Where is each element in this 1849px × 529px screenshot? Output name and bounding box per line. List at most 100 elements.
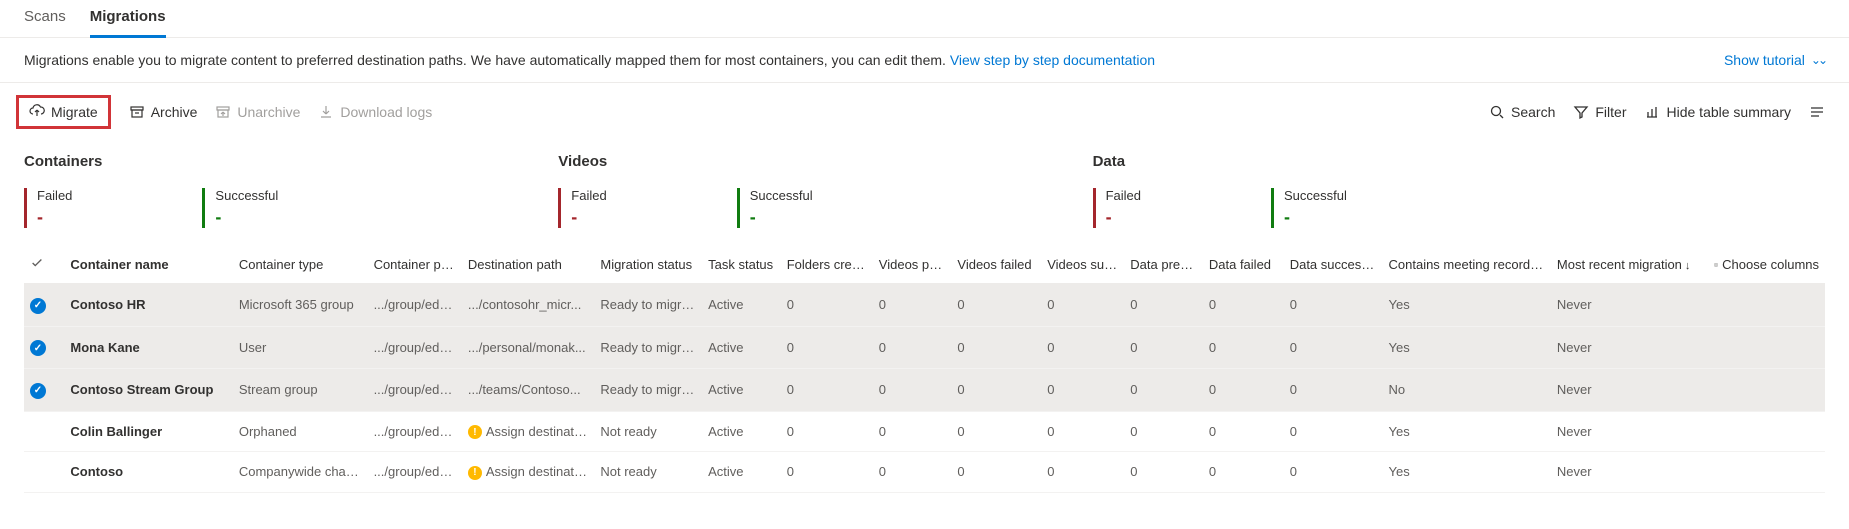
- destination-path-cell[interactable]: Assign destination: [462, 411, 594, 452]
- col-videos-success[interactable]: Videos succ...: [1041, 246, 1124, 284]
- data-success-label: Successful: [1284, 188, 1347, 203]
- container-name-cell: Contoso Stream Group: [64, 369, 232, 412]
- container-type-cell: User: [233, 326, 368, 369]
- videos-failed-cell: 0: [951, 326, 1041, 369]
- row-select-cell[interactable]: [24, 369, 64, 412]
- videos-success-cell: 0: [1041, 369, 1124, 412]
- filter-button[interactable]: Filter: [1573, 104, 1626, 120]
- videos-success-stat: Successful -: [737, 188, 813, 228]
- data-failed-cell: 0: [1203, 284, 1284, 327]
- videos-success-cell: 0: [1041, 326, 1124, 369]
- destination-path-value: Assign destination: [486, 424, 592, 439]
- select-all-header[interactable]: [24, 246, 64, 284]
- data-prev-cell: 0: [1124, 369, 1203, 412]
- tab-migrations[interactable]: Migrations: [90, 0, 166, 38]
- meeting-recording-cell: Yes: [1383, 284, 1551, 327]
- row-select-cell[interactable]: [24, 452, 64, 493]
- col-choose-columns[interactable]: Choose columns: [1708, 246, 1825, 284]
- container-path-cell: .../group/ed53...: [368, 326, 462, 369]
- videos-failed-label: Failed: [571, 188, 606, 203]
- container-name-cell: Contoso HR: [64, 284, 232, 327]
- videos-success-value: -: [750, 207, 813, 228]
- table-row[interactable]: Contoso HRMicrosoft 365 group.../group/e…: [24, 284, 1825, 327]
- archive-button[interactable]: Archive: [129, 104, 198, 120]
- task-status-cell: Active: [702, 284, 781, 327]
- more-lines-icon: [1809, 104, 1825, 120]
- unarchive-icon: [215, 104, 231, 120]
- row-select-cell[interactable]: [24, 284, 64, 327]
- videos-prev-cell: 0: [873, 369, 952, 412]
- migration-status-cell: Not ready: [594, 411, 702, 452]
- data-success-cell: 0: [1284, 326, 1383, 369]
- row-select-cell[interactable]: [24, 326, 64, 369]
- migration-status-cell: Ready to migrate: [594, 326, 702, 369]
- columns-icon: [1714, 258, 1718, 272]
- chart-icon: [1645, 104, 1661, 120]
- migrate-button[interactable]: Migrate: [16, 95, 111, 129]
- col-most-recent[interactable]: Most recent migration↓: [1551, 246, 1708, 284]
- col-videos-previous[interactable]: Videos prev...: [873, 246, 952, 284]
- col-data-previous[interactable]: Data previo...: [1124, 246, 1203, 284]
- data-success-cell: 0: [1284, 284, 1383, 327]
- col-data-success[interactable]: Data successful: [1284, 246, 1383, 284]
- containers-success-label: Successful: [215, 188, 278, 203]
- show-tutorial-link[interactable]: Show tutorial ⌄⌄: [1724, 52, 1825, 68]
- data-prev-cell: 0: [1124, 284, 1203, 327]
- most-recent-cell: Never: [1551, 369, 1708, 412]
- col-container-type[interactable]: Container type: [233, 246, 368, 284]
- table-row[interactable]: Mona KaneUser.../group/ed53....../person…: [24, 326, 1825, 369]
- summary-containers-title: Containers: [24, 153, 278, 170]
- col-migration-status[interactable]: Migration status: [594, 246, 702, 284]
- col-videos-failed[interactable]: Videos failed: [951, 246, 1041, 284]
- destination-path-cell[interactable]: .../teams/Contoso...: [462, 369, 594, 412]
- table-row[interactable]: Colin BallingerOrphaned.../group/ed53...…: [24, 411, 1825, 452]
- data-success-stat: Successful -: [1271, 188, 1347, 228]
- search-button[interactable]: Search: [1489, 104, 1555, 120]
- tab-scans[interactable]: Scans: [24, 0, 66, 37]
- col-task-status[interactable]: Task status: [702, 246, 781, 284]
- container-path-cell: .../group/ed53...: [368, 284, 462, 327]
- col-container-path[interactable]: Container path: [368, 246, 462, 284]
- destination-path-cell[interactable]: .../contosohr_micr...: [462, 284, 594, 327]
- table-row[interactable]: Contoso Stream GroupStream group.../grou…: [24, 369, 1825, 412]
- container-path-cell: .../group/ed53...: [368, 411, 462, 452]
- row-select-cell[interactable]: [24, 411, 64, 452]
- more-options-button[interactable]: [1809, 104, 1825, 120]
- most-recent-cell: Never: [1551, 411, 1708, 452]
- table-row[interactable]: ContosoCompanywide channel.../group/ed53…: [24, 452, 1825, 493]
- destination-path-value: .../personal/monak...: [468, 340, 586, 355]
- download-icon: [318, 104, 334, 120]
- videos-prev-cell: 0: [873, 326, 952, 369]
- data-success-value: -: [1284, 207, 1347, 228]
- destination-path-cell[interactable]: Assign destination: [462, 452, 594, 493]
- videos-success-cell: 0: [1041, 452, 1124, 493]
- warning-icon: [468, 466, 482, 480]
- summary-videos: Videos Failed - Successful -: [558, 153, 812, 228]
- data-prev-cell: 0: [1124, 326, 1203, 369]
- videos-success-label: Successful: [750, 188, 813, 203]
- download-logs-label: Download logs: [340, 104, 432, 120]
- filter-label: Filter: [1595, 104, 1626, 120]
- videos-failed-cell: 0: [951, 411, 1041, 452]
- data-prev-cell: 0: [1124, 411, 1203, 452]
- checked-icon: [30, 340, 46, 356]
- destination-path-cell[interactable]: .../personal/monak...: [462, 326, 594, 369]
- containers-failed-value: -: [37, 207, 72, 228]
- col-destination-path[interactable]: Destination path: [462, 246, 594, 284]
- data-failed-cell: 0: [1203, 411, 1284, 452]
- col-meeting-recording[interactable]: Contains meeting recording: [1383, 246, 1551, 284]
- col-folders-created[interactable]: Folders created: [781, 246, 873, 284]
- videos-prev-cell: 0: [873, 284, 952, 327]
- col-container-name[interactable]: Container name: [64, 246, 232, 284]
- migrations-table: Container name Container type Container …: [24, 246, 1825, 493]
- documentation-link[interactable]: View step by step documentation: [950, 52, 1155, 68]
- hide-summary-button[interactable]: Hide table summary: [1645, 104, 1792, 120]
- videos-failed-cell: 0: [951, 452, 1041, 493]
- videos-prev-cell: 0: [873, 452, 952, 493]
- data-failed-cell: 0: [1203, 369, 1284, 412]
- col-data-failed[interactable]: Data failed: [1203, 246, 1284, 284]
- task-status-cell: Active: [702, 452, 781, 493]
- data-failed-label: Failed: [1106, 188, 1141, 203]
- migration-status-cell: Not ready: [594, 452, 702, 493]
- data-failed-stat: Failed -: [1093, 188, 1141, 228]
